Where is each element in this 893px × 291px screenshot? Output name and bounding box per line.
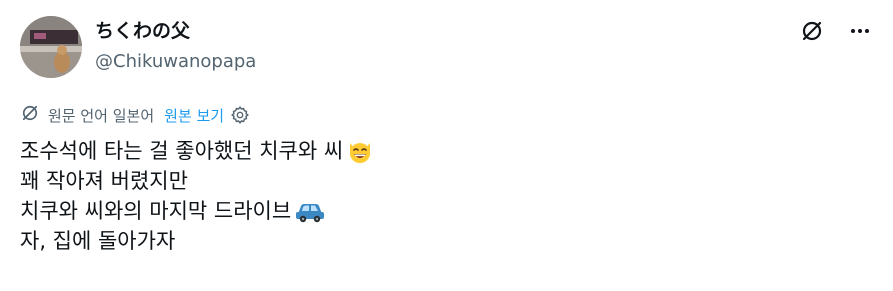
post-line: 조수석에 타는 걸 좋아했던 치쿠와 씨 [20, 136, 374, 166]
show-original-link[interactable]: 원본 보기 [164, 105, 224, 126]
grok-icon[interactable] [799, 18, 825, 44]
post-card: ちくわの父 @Chikuwanopapa 원문 언어 일본어 원본 보기 조수석… [0, 0, 893, 291]
display-name[interactable]: ちくわの父 [95, 18, 190, 44]
translation-note: 원문 언어 일본어 [48, 106, 155, 125]
avatar-photo-icon [20, 16, 82, 78]
post-line-text: 치쿠와 씨와의 마지막 드라이브 [20, 199, 292, 223]
gear-icon[interactable] [230, 105, 250, 125]
avatar[interactable] [20, 16, 82, 78]
car-icon [294, 198, 326, 224]
grinning-cat-icon [346, 137, 374, 165]
post-line: 자, 집에 돌아가자 [20, 226, 374, 256]
translate-icon [20, 103, 40, 127]
translation-bar: 원문 언어 일본어 원본 보기 [20, 102, 250, 128]
post-line: 치쿠와 씨와의 마지막 드라이브 [20, 196, 374, 226]
post-line-text: 꽤 작아져 버렸지만 [20, 169, 188, 193]
post-line-text: 조수석에 타는 걸 좋아했던 치쿠와 씨 [20, 139, 344, 163]
post-line-text: 자, 집에 돌아가자 [20, 229, 176, 253]
post-actions [799, 18, 873, 44]
more-options-icon[interactable] [847, 18, 873, 44]
post-line: 꽤 작아져 버렸지만 [20, 166, 374, 196]
user-handle[interactable]: @Chikuwanopapa [95, 50, 256, 74]
post-text: 조수석에 타는 걸 좋아했던 치쿠와 씨 꽤 작아져 버렸지만 치쿠와 씨와의 … [20, 136, 374, 256]
